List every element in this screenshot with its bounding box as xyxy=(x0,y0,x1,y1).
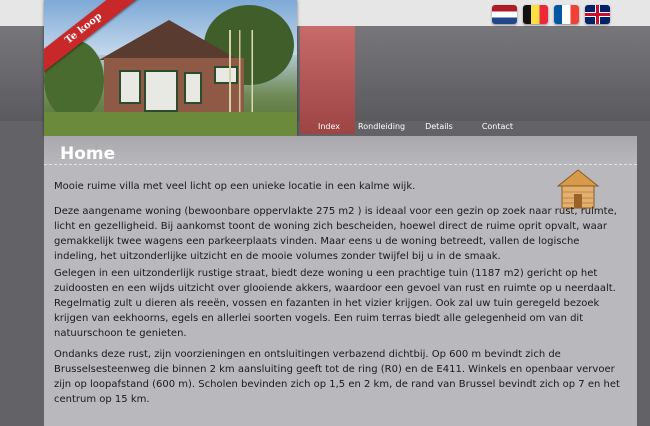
gb-flag-icon[interactable] xyxy=(585,5,610,24)
nl-flag-icon[interactable] xyxy=(492,5,517,24)
main-nav: Index Rondleiding Details Contact xyxy=(300,118,513,136)
house-photo: Te koop xyxy=(44,0,297,136)
page-title: Home xyxy=(60,144,116,164)
nav-item-index[interactable]: Index xyxy=(318,118,340,136)
language-switcher xyxy=(492,5,610,24)
nav-item-contact[interactable]: Contact xyxy=(482,118,513,136)
fr-flag-icon[interactable] xyxy=(554,5,579,24)
facilities-paragraph: Ondanks deze rust, zijn voorzieningen en… xyxy=(54,349,620,405)
location-paragraph: Gelegen in een uitzonderlijk rustige str… xyxy=(54,268,616,339)
description-paragraph: Deze aangename woning (bewoonbare opperv… xyxy=(54,206,617,262)
intro-paragraph: Mooie ruime villa met veel licht op een … xyxy=(54,181,416,192)
nav-item-details[interactable]: Details xyxy=(425,118,453,136)
main-content: Home Mooie ruime villa met veel licht op… xyxy=(44,136,637,426)
nav-item-rondleiding[interactable]: Rondleiding xyxy=(358,118,405,136)
be-flag-icon[interactable] xyxy=(523,5,548,24)
title-divider xyxy=(44,164,637,165)
